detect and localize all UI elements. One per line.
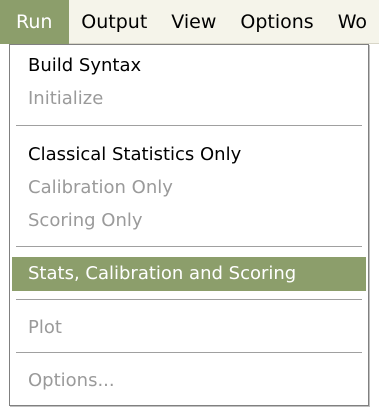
menu-view[interactable]: View [159,0,228,44]
menu-separator [16,246,362,248]
menu-item-stats-calibration-scoring[interactable]: Stats, Calibration and Scoring [12,257,366,291]
menu-separator [16,125,362,127]
menu-output[interactable]: Output [69,0,159,44]
menu-options[interactable]: Options [228,0,325,44]
menu-item-plot[interactable]: Plot [12,311,366,345]
menu-item-initialize[interactable]: Initialize [12,82,366,116]
menu-item-options[interactable]: Options... [12,364,366,398]
menu-separator [16,352,362,354]
menu-item-classical-statistics-only[interactable]: Classical Statistics Only [12,138,366,172]
menu-item-calibration-only[interactable]: Calibration Only [12,171,366,205]
menu-separator [16,299,362,301]
run-dropdown-menu: Build Syntax Initialize Classical Statis… [9,44,369,406]
menu-bar: Run Output View Options Wo [0,0,379,44]
menu-item-scoring-only[interactable]: Scoring Only [12,204,366,238]
menu-run[interactable]: Run [0,0,70,44]
menu-window[interactable]: Wo [326,0,379,44]
menu-item-build-syntax[interactable]: Build Syntax [12,49,366,83]
